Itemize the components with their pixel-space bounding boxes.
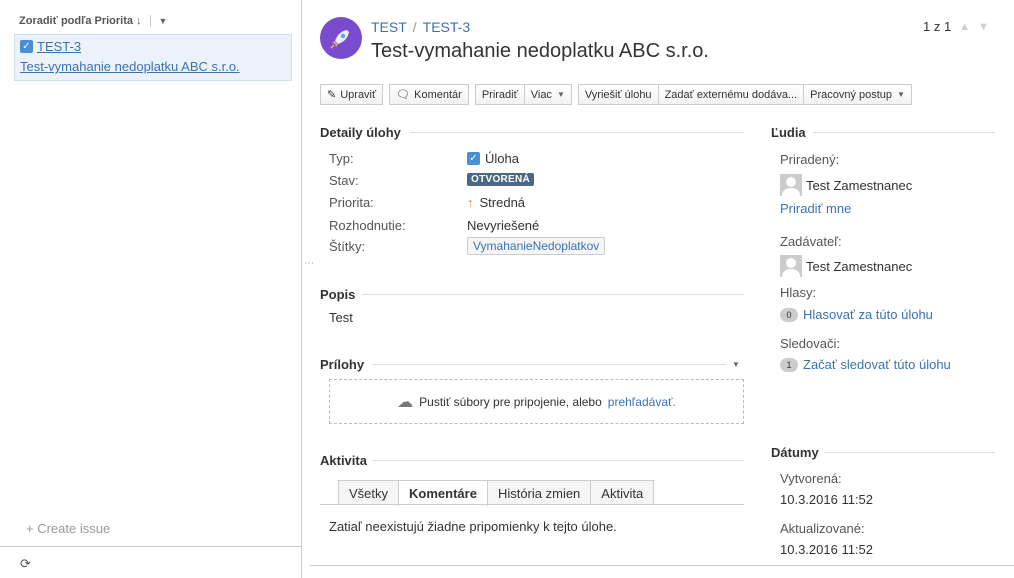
priority-arrow-up-icon: ↑ [467, 195, 474, 210]
created-label: Vytvorená: [780, 471, 842, 486]
divider [372, 364, 726, 365]
watchers-row: 1 Začať sledovať túto úlohu [780, 357, 951, 372]
next-issue-icon[interactable]: ▼ [978, 21, 989, 33]
page-title: Test-vymahanie nedoplatku ABC s.r.o. [371, 40, 709, 62]
refresh-icon[interactable]: ⟳ [20, 556, 31, 572]
chevron-down-icon[interactable]: ▼ [159, 16, 168, 26]
task-type-icon: ✓ [20, 40, 33, 53]
create-issue-button[interactable]: + Create issue [26, 521, 110, 536]
details-heading[interactable]: Detaily úlohy [320, 125, 401, 140]
cloud-upload-icon: ☁ [397, 393, 414, 411]
vote-link[interactable]: Hlasovať za túto úlohu [803, 307, 933, 322]
assignee-user[interactable]: Test Zamestnanec [780, 174, 912, 196]
chevron-down-icon: ▼ [897, 90, 905, 99]
description-heading[interactable]: Popis [320, 287, 355, 302]
breadcrumb-project[interactable]: TEST [371, 19, 407, 35]
updated-value: 10.3.2016 11:52 [780, 542, 874, 557]
resize-handle[interactable]: ⋮ [303, 258, 314, 267]
priority-value: ↑ Stredná [467, 195, 526, 210]
created-value: 10.3.2016 11:52 [780, 492, 874, 507]
people-heading[interactable]: Ľudia [771, 125, 806, 140]
status-value: OTVORENÁ [467, 173, 535, 186]
type-value: ✓ Úloha [467, 151, 519, 166]
tab-comments[interactable]: Komentáre [398, 480, 488, 506]
status-badge: OTVORENÁ [467, 173, 535, 186]
resolve-button[interactable]: Vyriešiť úlohu [577, 84, 659, 105]
attachment-dropzone[interactable]: ☁ Pustiť súbory pre pripojenie, alebo pr… [329, 379, 744, 424]
assign-to-me-link[interactable]: Priradiť mne [780, 201, 851, 216]
pencil-icon: ✎ [327, 89, 337, 101]
votes-row: 0 Hlasovať za túto úlohu [780, 307, 933, 322]
labels-value: VymahanieNedoplatkov [467, 237, 606, 255]
attachments-heading[interactable]: Prílohy [320, 357, 364, 372]
divider [320, 504, 744, 505]
sort-control[interactable]: Zoradiť podľa Priorita ↓ ▼ [19, 15, 167, 27]
divider [372, 460, 744, 461]
sort-direction-icon[interactable]: ↓ [136, 15, 142, 27]
chevron-down-icon[interactable]: ▼ [732, 360, 740, 369]
activity-heading[interactable]: Aktivita [320, 453, 367, 468]
divider [149, 15, 151, 27]
divider [410, 132, 744, 133]
more-button[interactable]: Viac ▼ [524, 84, 572, 105]
label-tag[interactable]: VymahanieNedoplatkov [467, 237, 606, 255]
comment-icon: 🗨 [396, 89, 411, 101]
pager-count: 1 z 1 [923, 19, 952, 34]
watchers-count-badge: 1 [780, 357, 798, 372]
avatar [780, 255, 802, 277]
project-avatar[interactable] [320, 17, 362, 59]
workflow-button[interactable]: Pracovný postup ▼ [804, 84, 912, 105]
issue-list-panel: Zoradiť podľa Priorita ↓ ▼ ✓ TEST-3 Test… [0, 0, 302, 578]
watchers-label: Sledovači: [780, 336, 840, 351]
reporter-label: Zadávateľ: [780, 234, 842, 249]
sort-label[interactable]: Zoradiť podľa Priorita [19, 15, 133, 27]
votes-label: Hlasy: [780, 285, 817, 300]
resolution-label: Rozhodnutie: [329, 218, 406, 233]
divider [824, 452, 995, 453]
type-label: Typ: [329, 151, 354, 166]
issue-summary-link[interactable]: Test-vymahanie nedoplatku ABC s.r.o. [20, 59, 240, 74]
assign-external-button[interactable]: Zadať externému dodáva... [658, 84, 805, 105]
assign-button[interactable]: Priradiť [474, 84, 525, 105]
divider [310, 565, 1014, 566]
issue-toolbar: ✎ Upraviť 🗨 Komentár Priradiť Viac ▼ Vyri… [320, 84, 912, 105]
issue-key-link[interactable]: TEST-3 [37, 39, 81, 54]
edit-button[interactable]: ✎ Upraviť [320, 84, 384, 105]
divider [362, 294, 744, 295]
breadcrumb: TEST / TEST-3 [371, 19, 470, 35]
assignee-label: Priradený: [780, 152, 840, 167]
divider [813, 132, 995, 133]
list-item[interactable]: ✓ TEST-3 Test-vymahanie nedoplatku ABC s… [14, 34, 292, 81]
browse-link[interactable]: prehľadávať. [608, 395, 676, 409]
avatar [780, 174, 802, 196]
list-footer: ⟳ [0, 546, 301, 578]
reporter-user[interactable]: Test Zamestnanec [780, 255, 912, 277]
updated-label: Aktualizované: [780, 521, 865, 536]
activity-empty-text: Zatiaľ neexistujú žiadne pripomienky k t… [329, 519, 617, 534]
chevron-down-icon: ▼ [556, 90, 565, 99]
tab-history[interactable]: História zmien [486, 480, 592, 505]
votes-count-badge: 0 [780, 307, 798, 322]
comment-button[interactable]: 🗨 Komentár [389, 84, 469, 105]
dates-heading[interactable]: Dátumy [771, 445, 819, 460]
previous-issue-icon[interactable]: ▲ [959, 21, 970, 33]
breadcrumb-issue[interactable]: TEST-3 [423, 19, 470, 35]
breadcrumb-separator: / [412, 19, 417, 35]
tab-activity[interactable]: Aktivita [590, 480, 655, 505]
priority-label: Priorita: [329, 195, 374, 210]
watch-link[interactable]: Začať sledovať túto úlohu [803, 357, 951, 372]
task-type-icon: ✓ [467, 152, 480, 165]
description-text[interactable]: Test [329, 310, 353, 325]
issue-pager: 1 z 1 ▲ ▼ [923, 19, 989, 34]
labels-label: Štítky: [329, 239, 366, 254]
status-label: Stav: [329, 173, 359, 188]
resolution-value: Nevyriešené [467, 218, 540, 233]
activity-tabs: Všetky Komentáre História zmien Aktivita [338, 480, 655, 506]
rocket-icon [330, 30, 349, 49]
tab-all[interactable]: Všetky [338, 480, 400, 505]
